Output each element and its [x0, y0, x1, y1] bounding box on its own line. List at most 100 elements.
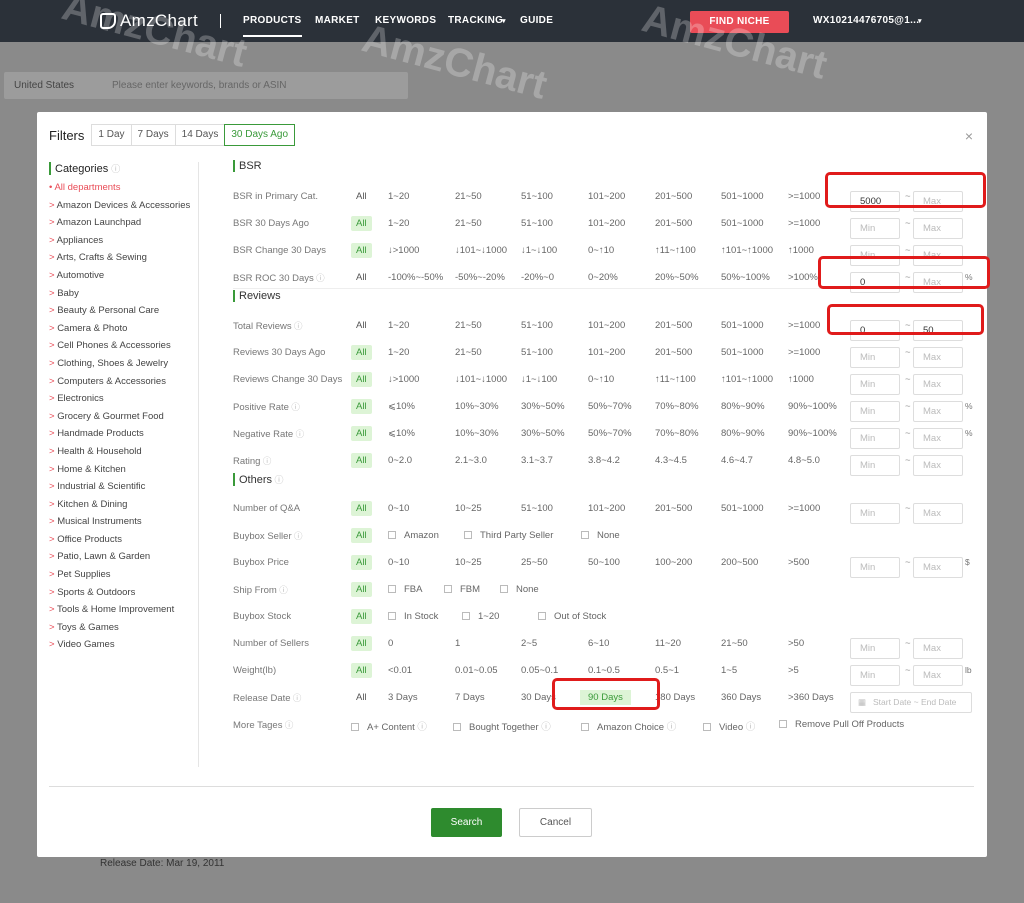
nav-market[interactable]: MARKET [315, 15, 360, 26]
category-item[interactable]: > Musical Instruments [49, 513, 198, 531]
filter-option[interactable]: 201~500 [655, 503, 692, 514]
filter-option[interactable]: 50%~70% [588, 401, 632, 412]
filter-option[interactable]: ↓>1000 [388, 374, 419, 385]
max-input[interactable]: 50 [913, 320, 963, 341]
filter-option[interactable]: 501~1000 [721, 191, 764, 202]
category-item[interactable]: > Pet Supplies [49, 566, 198, 584]
filter-option[interactable]: 90 Days [580, 690, 631, 705]
filter-option[interactable]: -100%~-50% [388, 272, 443, 283]
checkbox[interactable] [703, 723, 711, 731]
filter-option[interactable]: 501~1000 [721, 503, 764, 514]
filter-option[interactable]: 101~200 [588, 320, 625, 331]
filter-option[interactable]: 501~1000 [721, 320, 764, 331]
filter-option[interactable]: 51~100 [521, 218, 553, 229]
filter-all-option[interactable]: All [351, 555, 372, 570]
filter-checkbox-option[interactable]: Remove Pull Off Products [779, 719, 904, 730]
tab-30-days-ago[interactable]: 30 Days Ago [224, 124, 296, 146]
filter-option[interactable]: 30 Days [521, 692, 556, 703]
filter-all-option[interactable]: All [351, 690, 372, 705]
max-input[interactable]: Max [913, 557, 963, 578]
category-item[interactable]: > Office Products [49, 531, 198, 549]
checkbox[interactable] [444, 585, 452, 593]
filter-option[interactable]: 3 Days [388, 692, 418, 703]
filter-all-option[interactable]: All [351, 528, 372, 543]
filter-option[interactable]: 180 Days [655, 692, 695, 703]
filter-option[interactable]: 90%~100% [788, 428, 837, 439]
filter-option[interactable]: ⩽10% [388, 428, 415, 439]
filter-all-option[interactable]: All [351, 270, 372, 285]
filter-option[interactable]: 101~200 [588, 347, 625, 358]
max-input[interactable]: Max [913, 401, 963, 422]
filter-checkbox-option[interactable]: FBA [388, 584, 422, 595]
filter-option[interactable]: 70%~80% [655, 401, 699, 412]
filter-all-option[interactable]: All [351, 399, 372, 414]
filter-all-option[interactable]: All [351, 345, 372, 360]
category-item[interactable]: > Arts, Crafts & Sewing [49, 249, 198, 267]
min-input[interactable]: 0 [850, 320, 900, 341]
filter-option[interactable]: ↑11~↑100 [655, 374, 696, 385]
filter-option[interactable]: 90%~100% [788, 401, 837, 412]
filter-option[interactable]: ↑101~↑1000 [721, 245, 773, 256]
filter-option[interactable]: 10%~30% [455, 401, 499, 412]
filter-all-option[interactable]: All [351, 663, 372, 678]
max-input[interactable]: Max [913, 272, 963, 293]
filter-option[interactable]: ↓1~↓100 [521, 245, 557, 256]
filter-option[interactable]: 0.01~0.05 [455, 665, 498, 676]
filter-option[interactable]: 51~100 [521, 320, 553, 331]
filter-option[interactable]: >=1000 [788, 218, 820, 229]
category-item[interactable]: > Handmade Products [49, 425, 198, 443]
filter-option[interactable]: 7 Days [455, 692, 485, 703]
filter-all-option[interactable]: All [351, 453, 372, 468]
filter-option[interactable]: 501~1000 [721, 218, 764, 229]
filter-option[interactable]: 21~50 [455, 347, 482, 358]
filter-option[interactable]: 51~100 [521, 503, 553, 514]
filter-checkbox-option[interactable]: Bought Together ⓘ [453, 719, 551, 733]
min-input[interactable]: Min [850, 455, 900, 476]
filter-checkbox-option[interactable]: 1~20 [462, 611, 499, 622]
checkbox[interactable] [388, 612, 396, 620]
category-item[interactable]: > Sports & Outdoors [49, 584, 198, 602]
filter-option[interactable]: 1 [455, 638, 460, 649]
filter-all-option[interactable]: All [351, 426, 372, 441]
min-input[interactable]: 5000 [850, 191, 900, 212]
max-input[interactable]: Max [913, 665, 963, 686]
search-button[interactable]: Search [431, 808, 502, 837]
filter-option[interactable]: 10%~30% [455, 428, 499, 439]
filter-option[interactable]: 0.5~1 [655, 665, 679, 676]
filter-option[interactable]: 21~50 [455, 191, 482, 202]
filter-option[interactable]: ⩽10% [388, 401, 415, 412]
min-input[interactable]: Min [850, 665, 900, 686]
filter-option[interactable]: 70%~80% [655, 428, 699, 439]
filter-option[interactable]: 25~50 [521, 557, 548, 568]
max-input[interactable]: Max [913, 455, 963, 476]
min-input[interactable]: Min [850, 245, 900, 266]
filter-option[interactable]: >500 [788, 557, 809, 568]
checkbox[interactable] [388, 585, 396, 593]
user-account[interactable]: WX10214476705@1... [813, 15, 919, 26]
filter-option[interactable]: 201~500 [655, 191, 692, 202]
min-input[interactable]: Min [850, 218, 900, 239]
filter-checkbox-option[interactable]: None [500, 584, 539, 595]
nav-products[interactable]: PRODUCTS [243, 15, 302, 37]
filter-all-option[interactable]: All [351, 636, 372, 651]
min-input[interactable]: Min [850, 347, 900, 368]
filter-option[interactable]: ↑1000 [788, 374, 814, 385]
logo[interactable]: AmzChart [100, 11, 198, 31]
filter-option[interactable]: 80%~90% [721, 428, 765, 439]
max-input[interactable]: Max [913, 374, 963, 395]
filter-option[interactable]: 11~20 [655, 638, 681, 649]
category-item[interactable]: > Automotive [49, 267, 198, 285]
category-item[interactable]: > Home & Kitchen [49, 461, 198, 479]
tracking-dropdown-icon[interactable]: ▾ [502, 17, 506, 25]
tab-7-days[interactable]: 7 Days [130, 124, 176, 146]
filter-option[interactable]: 0.05~0.1 [521, 665, 558, 676]
filter-option[interactable]: <0.01 [388, 665, 412, 676]
category-item[interactable]: > Camera & Photo [49, 320, 198, 338]
filter-checkbox-option[interactable]: Amazon Choice ⓘ [581, 719, 676, 733]
checkbox[interactable] [453, 723, 461, 731]
filter-option[interactable]: >5 [788, 665, 799, 676]
filter-option[interactable]: >=1000 [788, 503, 820, 514]
checkbox[interactable] [462, 612, 470, 620]
filter-option[interactable]: 360 Days [721, 692, 761, 703]
checkbox[interactable] [351, 723, 359, 731]
